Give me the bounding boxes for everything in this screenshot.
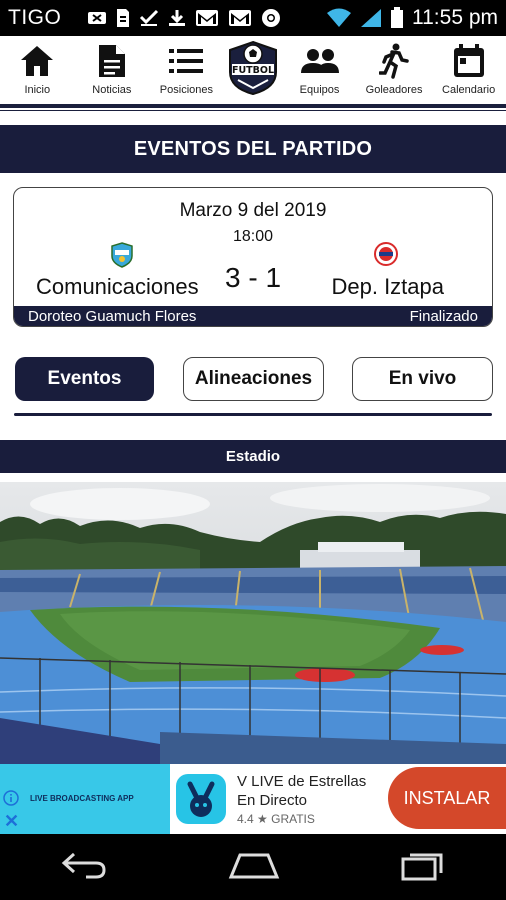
stadium-photo: [0, 482, 506, 764]
android-navigation-bar: [0, 834, 506, 900]
system-status: 11:55 pm: [326, 6, 498, 30]
nav-divider: [0, 104, 506, 108]
tabs-divider: [14, 413, 492, 416]
match-time: 18:00: [232, 228, 274, 245]
nav-item-posiciones[interactable]: Posiciones: [150, 36, 222, 96]
ad-title: V LIVE de Estrellas: [237, 773, 367, 790]
notification-icons: [87, 8, 281, 28]
ad-subtitle: En Directo: [237, 792, 308, 809]
people-icon: [300, 42, 340, 80]
ad-left-text: LIVE BROADCASTING APP: [30, 794, 134, 803]
page-title: EVENTOS DEL PARTIDO: [0, 125, 506, 173]
nav-item-noticias[interactable]: Noticias: [76, 36, 148, 96]
ad-banner[interactable]: ✕ LIVE BROADCASTING APP V LIVE de Estrel…: [0, 764, 506, 834]
match-card: Marzo 9 del 2019 18:00 Comunicaciones 3 …: [13, 187, 493, 327]
message-icon: [88, 12, 107, 24]
logo-text: FUTBOL: [232, 65, 274, 76]
sim-card-icon: [117, 9, 130, 27]
home-button-icon[interactable]: [228, 851, 280, 884]
nav-label: Noticias: [92, 84, 132, 96]
match-date: Marzo 9 del 2019: [179, 200, 327, 221]
status-bar: TIGO 11:55 pm: [0, 0, 506, 36]
futbol-logo[interactable]: FUTBOL: [225, 36, 281, 96]
stadium-section-title: Estadio: [0, 440, 506, 473]
tab-alineaciones[interactable]: Alineaciones: [183, 357, 324, 401]
list-icon: [169, 42, 204, 80]
away-team-name[interactable]: Dep. Iztapa: [331, 274, 444, 300]
match-status: Finalizado: [409, 307, 478, 325]
download-icon: [169, 10, 186, 26]
nav-label: Goleadores: [365, 84, 423, 96]
stadium-name: Doroteo Guamuch Flores: [28, 307, 197, 325]
nav-item-equipos[interactable]: Equipos: [284, 36, 356, 96]
nav-divider-thin: [0, 110, 506, 111]
top-navigation: Inicio Noticias Posiciones FUTBOL Equipo…: [0, 36, 506, 104]
clock: 11:55 pm: [412, 6, 498, 29]
nav-label: Inicio: [24, 84, 51, 96]
tab-en-vivo[interactable]: En vivo: [352, 357, 493, 401]
match-footer: Doroteo Guamuch Flores Finalizado: [14, 306, 492, 326]
home-icon: [19, 42, 55, 80]
gmail-icon: [196, 10, 219, 26]
back-icon[interactable]: [60, 850, 108, 885]
recent-apps-icon[interactable]: [400, 849, 446, 886]
chrome-icon: [262, 9, 281, 27]
nav-label: Calendario: [442, 84, 496, 96]
calendar-icon: [452, 42, 486, 80]
close-icon[interactable]: ✕: [4, 812, 19, 830]
check-icon: [140, 9, 159, 26]
nav-label: Posiciones: [159, 84, 213, 96]
vlive-app-icon: [176, 774, 226, 824]
ad-left-panel: ✕ LIVE BROADCASTING APP: [0, 764, 170, 834]
away-team-crest-icon: [374, 242, 398, 271]
ad-rating: 4.4 ★ GRATIS: [237, 812, 315, 826]
info-icon[interactable]: [3, 790, 19, 811]
gmail-icon-2: [229, 10, 252, 26]
tab-eventos[interactable]: Eventos: [15, 357, 154, 401]
nav-item-goleadores[interactable]: Goleadores: [358, 36, 430, 96]
nav-item-inicio[interactable]: Inicio: [1, 36, 73, 96]
nav-label: Equipos: [299, 84, 340, 96]
carrier-label: TIGO: [8, 6, 62, 29]
battery-icon: [391, 7, 403, 28]
runner-icon: [379, 42, 409, 80]
install-button[interactable]: INSTALAR: [388, 767, 506, 829]
wifi-icon: [327, 8, 351, 27]
nav-item-calendario[interactable]: Calendario: [433, 36, 505, 96]
signal-icon: [361, 9, 381, 27]
document-icon: [97, 42, 127, 80]
